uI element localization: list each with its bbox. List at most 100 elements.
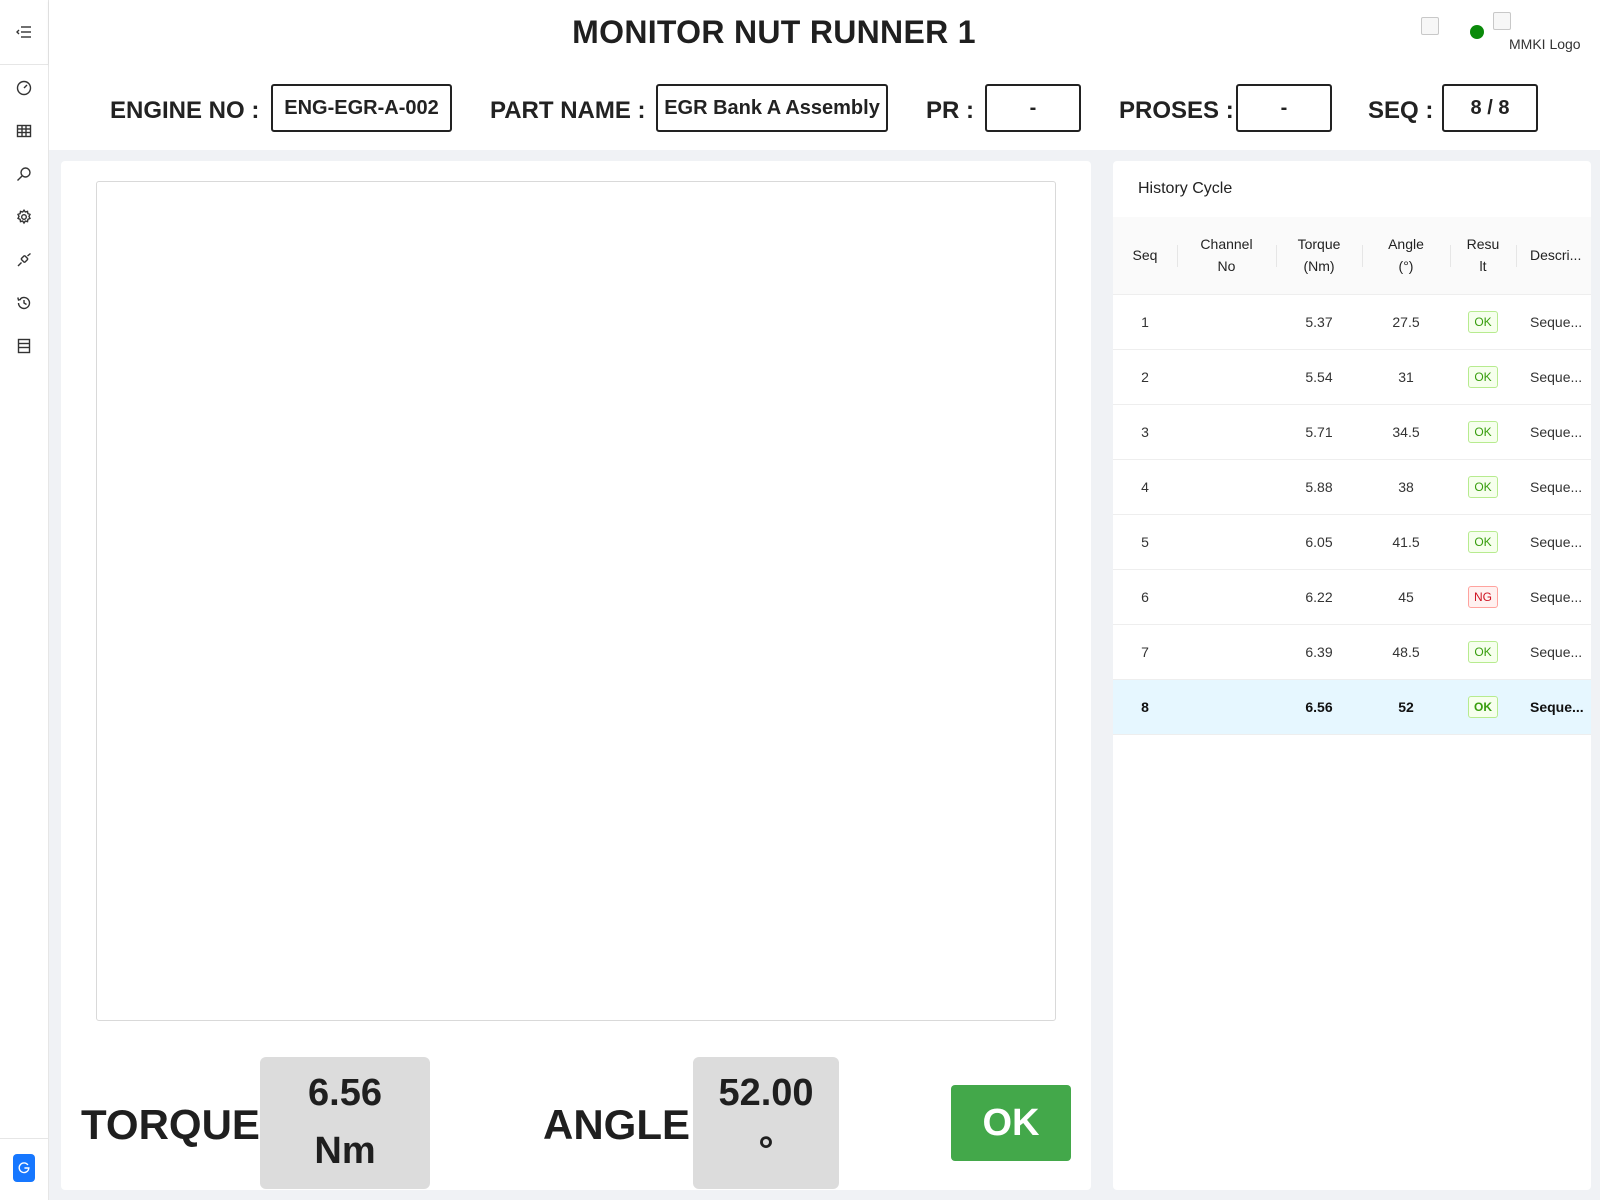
gear-icon[interactable] xyxy=(13,206,35,228)
cell-channel-no xyxy=(1177,349,1276,405)
cell-result: OK xyxy=(1450,514,1516,570)
engine-no-field: ENG-EGR-A-002 xyxy=(271,84,452,132)
cell-description: Seque... xyxy=(1516,294,1591,350)
history-title: History Cycle xyxy=(1138,180,1233,197)
engine-no-label: ENGINE NO : xyxy=(110,97,260,124)
cell-torque: 5.88 xyxy=(1276,459,1362,515)
pr-label: PR : xyxy=(926,97,974,124)
cell-seq: 3 xyxy=(1113,404,1177,460)
result-tag: OK xyxy=(1468,475,1498,498)
result-tag: OK xyxy=(1468,310,1498,333)
cell-result: OK xyxy=(1450,349,1516,405)
table-row[interactable]: 6 6.22 45 NG Seque... xyxy=(1113,569,1591,625)
cell-angle: 34.5 xyxy=(1362,404,1450,460)
cell-description: Seque... xyxy=(1516,459,1591,515)
angle-readout: 52.00 ° xyxy=(693,1057,839,1189)
table-row[interactable]: 8 6.56 52 OK Seque... xyxy=(1113,679,1591,735)
column-header-seq[interactable]: Seq xyxy=(1113,217,1177,295)
graph-area xyxy=(96,181,1056,1021)
cell-result: OK xyxy=(1450,679,1516,735)
sidebar xyxy=(0,0,49,1200)
history-header-row: Seq Channel No Torque (Nm) Angle (°) Res… xyxy=(1113,217,1591,295)
column-header-angle[interactable]: Angle (°) xyxy=(1362,217,1450,295)
angle-label: ANGLE xyxy=(543,1101,690,1148)
cell-seq: 8 xyxy=(1113,679,1177,735)
seq-label: SEQ : xyxy=(1368,97,1434,124)
logo-image-icon xyxy=(1493,12,1511,30)
database-icon[interactable] xyxy=(13,335,35,357)
cell-description: Seque... xyxy=(1516,349,1591,405)
seq-field: 8 / 8 xyxy=(1442,84,1538,132)
cell-channel-no xyxy=(1177,624,1276,680)
cell-angle: 45 xyxy=(1362,569,1450,625)
dashboard-icon[interactable] xyxy=(13,77,35,99)
search-icon[interactable] xyxy=(13,163,35,185)
cell-seq: 4 xyxy=(1113,459,1177,515)
cell-channel-no xyxy=(1177,404,1276,460)
cell-description: Seque... xyxy=(1516,514,1591,570)
cell-channel-no xyxy=(1177,569,1276,625)
main-panel: TORQUE 6.56 Nm ANGLE 52.00 ° OK xyxy=(61,161,1091,1190)
result-tag: NG xyxy=(1468,585,1498,608)
table-row[interactable]: 7 6.39 48.5 OK Seque... xyxy=(1113,624,1591,680)
cell-angle: 27.5 xyxy=(1362,294,1450,350)
cell-description: Seque... xyxy=(1516,679,1591,735)
cell-result: NG xyxy=(1450,569,1516,625)
table-row[interactable]: 4 5.88 38 OK Seque... xyxy=(1113,459,1591,515)
api-icon[interactable] xyxy=(13,249,35,271)
cell-channel-no xyxy=(1177,679,1276,735)
cell-angle: 52 xyxy=(1362,679,1450,735)
angle-value: 52.00 xyxy=(718,1072,814,1114)
cell-result: OK xyxy=(1450,624,1516,680)
cell-description: Seque... xyxy=(1516,624,1591,680)
header: MONITOR NUT RUNNER 1 MMKI Logo xyxy=(49,0,1600,64)
logo-alt-text: MMKI Logo xyxy=(1509,36,1581,52)
torque-unit: Nm xyxy=(314,1130,376,1172)
table-icon[interactable] xyxy=(13,120,35,142)
cell-result: OK xyxy=(1450,294,1516,350)
cell-angle: 31 xyxy=(1362,349,1450,405)
cell-angle: 41.5 xyxy=(1362,514,1450,570)
proses-label: PROSES : xyxy=(1119,97,1234,124)
cell-seq: 7 xyxy=(1113,624,1177,680)
cell-torque: 6.56 xyxy=(1276,679,1362,735)
proses-field: - xyxy=(1236,84,1332,132)
column-header-description[interactable]: Descri... xyxy=(1516,217,1591,295)
history-body: 1 5.37 27.5 OK Seque... 2 5.54 31 OK Seque... 3 5.7… xyxy=(1113,294,1591,735)
part-name-label: PART NAME : xyxy=(490,97,646,124)
cell-seq: 5 xyxy=(1113,514,1177,570)
table-row[interactable]: 1 5.37 27.5 OK Seque... xyxy=(1113,294,1591,350)
table-row[interactable]: 3 5.71 34.5 OK Seque... xyxy=(1113,404,1591,460)
cell-channel-no xyxy=(1177,294,1276,350)
table-row[interactable]: 2 5.54 31 OK Seque... xyxy=(1113,349,1591,405)
cell-channel-no xyxy=(1177,459,1276,515)
result-tag: OK xyxy=(1468,420,1498,443)
column-header-torque[interactable]: Torque (Nm) xyxy=(1276,217,1362,295)
menu-fold-icon[interactable] xyxy=(13,21,35,43)
result-status-button[interactable]: OK xyxy=(951,1085,1071,1161)
info-bar: ENGINE NO : ENG-EGR-A-002 PART NAME : EG… xyxy=(49,64,1600,150)
cell-result: OK xyxy=(1450,404,1516,460)
google-icon[interactable] xyxy=(13,1154,35,1182)
part-name-field: EGR Bank A Assembly xyxy=(656,84,888,132)
sidebar-divider xyxy=(0,64,48,65)
cell-description: Seque... xyxy=(1516,569,1591,625)
torque-label: TORQUE xyxy=(81,1101,260,1148)
pr-field: - xyxy=(985,84,1081,132)
cell-torque: 6.39 xyxy=(1276,624,1362,680)
history-icon[interactable] xyxy=(13,292,35,314)
column-header-result[interactable]: Resu lt xyxy=(1450,217,1516,295)
result-tag: OK xyxy=(1468,640,1498,663)
connection-status-indicator xyxy=(1470,25,1484,39)
broken-image-icon xyxy=(1421,17,1439,35)
cell-torque: 6.05 xyxy=(1276,514,1362,570)
column-header-channel-no[interactable]: Channel No xyxy=(1177,217,1276,295)
cell-angle: 48.5 xyxy=(1362,624,1450,680)
result-tag: OK xyxy=(1468,530,1498,553)
cell-result: OK xyxy=(1450,459,1516,515)
table-row[interactable]: 5 6.05 41.5 OK Seque... xyxy=(1113,514,1591,570)
page-title: MONITOR NUT RUNNER 1 xyxy=(572,14,976,50)
torque-readout: 6.56 Nm xyxy=(260,1057,430,1189)
result-tag: OK xyxy=(1468,695,1498,718)
cell-description: Seque... xyxy=(1516,404,1591,460)
